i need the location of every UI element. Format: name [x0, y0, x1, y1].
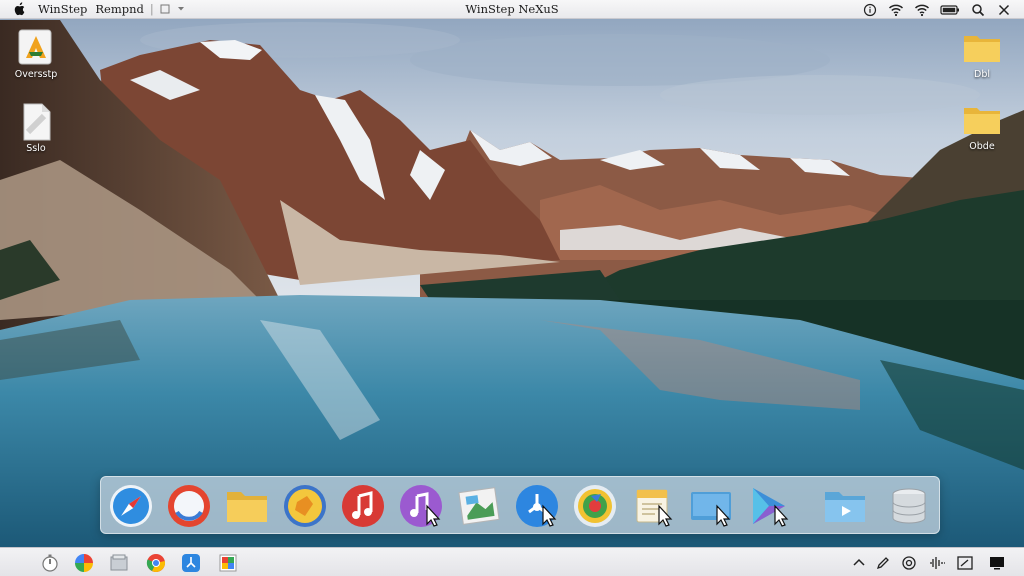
taskbar-item-timer[interactable] [40, 553, 60, 573]
disk-stack-icon [892, 488, 926, 524]
menu-bar: WinStep Rempnd | WinStep NeXuS [0, 0, 1024, 19]
app-store-icon [516, 485, 558, 527]
screen-icon [691, 492, 731, 527]
close-icon[interactable] [996, 3, 1012, 17]
dock-item-sketch[interactable] [281, 482, 329, 530]
battery-icon[interactable] [940, 3, 960, 17]
folder-icon [964, 36, 1000, 62]
dock [100, 476, 940, 534]
tray-item-chevron[interactable] [850, 554, 868, 572]
dock-item-app-store[interactable] [513, 482, 561, 530]
triangle-app-icon [18, 29, 52, 65]
menu-item-rempnd[interactable]: Rempnd [95, 2, 144, 16]
folder-icon [964, 108, 1000, 134]
dock-item-play[interactable] [745, 482, 793, 530]
wifi-icon[interactable] [888, 3, 904, 17]
dock-item-screen[interactable] [687, 482, 735, 530]
taskbar [0, 547, 1024, 576]
taskbar-item-photos[interactable] [218, 553, 238, 573]
taskbar-item-app-store[interactable] [181, 553, 201, 573]
timer-icon [42, 554, 58, 572]
menu-separator: | [149, 2, 154, 16]
safari-icon [110, 485, 152, 527]
taskbar-item-files[interactable] [109, 553, 129, 573]
chevron-up-icon [853, 558, 865, 566]
gear-globe-icon [574, 485, 616, 527]
dock-item-disk-stack[interactable] [885, 482, 933, 530]
window-square-icon[interactable] [160, 4, 170, 14]
dock-item-folder[interactable] [223, 482, 271, 530]
pen-icon [876, 557, 889, 570]
app-menu-name[interactable]: WinStep [38, 2, 87, 16]
sketch-app-icon [284, 485, 326, 527]
tray-item-refresh[interactable] [900, 554, 918, 572]
pinwheel-icon [75, 554, 93, 572]
files-icon [110, 554, 128, 571]
dock-item-browser[interactable] [165, 482, 213, 530]
app-store-icon [182, 554, 200, 572]
info-icon[interactable] [862, 3, 878, 17]
refresh-icon [902, 556, 916, 570]
apple-icon[interactable] [12, 2, 26, 16]
tray-item-display[interactable] [988, 554, 1006, 572]
audio-wave-icon [930, 557, 945, 569]
screenshot-icon [957, 556, 973, 570]
itunes-icon [400, 485, 442, 527]
tray-item-audio[interactable] [928, 554, 946, 572]
desktop-icon-oversstp[interactable]: Oversstp [6, 28, 66, 80]
taskbar-item-pinwheel[interactable] [74, 553, 94, 573]
dock-item-music[interactable] [339, 482, 387, 530]
music-icon [342, 485, 384, 527]
photos-icon [219, 554, 237, 572]
desktop-icon-label: Sslo [26, 143, 46, 154]
chevron-down-icon[interactable] [176, 4, 186, 14]
desktop-icon-dbl[interactable]: Dbl [952, 28, 1012, 80]
document-icon [23, 103, 51, 141]
dock-item-gear-globe[interactable] [571, 482, 619, 530]
tray-item-pen[interactable] [874, 554, 892, 572]
media-folder-icon [825, 492, 865, 522]
browser-icon [168, 485, 210, 527]
status-area [862, 1, 1012, 18]
dock-item-image-editor[interactable] [455, 482, 503, 530]
dock-item-notes[interactable] [629, 482, 677, 530]
image-editor-icon [458, 487, 500, 525]
desktop-icon-label: Dbl [974, 69, 990, 80]
chrome-icon [146, 554, 166, 572]
desktop-icon-label: Oversstp [14, 69, 58, 80]
desktop-icon-sslo[interactable]: Sslo [6, 102, 66, 154]
dock-item-safari[interactable] [107, 482, 155, 530]
notes-icon [636, 489, 673, 527]
play-icon [753, 488, 789, 527]
desktop-icon-label: Obde [969, 141, 995, 152]
window-title: WinStep NeXuS [465, 2, 559, 16]
tray-item-screenshot[interactable] [956, 554, 974, 572]
search-icon[interactable] [970, 3, 986, 17]
dock-item-media-folder[interactable] [821, 482, 869, 530]
desktop-icon-obde[interactable]: Obde [952, 100, 1012, 152]
dock-item-itunes[interactable] [397, 482, 445, 530]
folder-icon [227, 492, 267, 522]
display-icon [990, 557, 1004, 570]
taskbar-item-chrome[interactable] [146, 553, 166, 573]
wifi-icon[interactable] [914, 3, 930, 17]
